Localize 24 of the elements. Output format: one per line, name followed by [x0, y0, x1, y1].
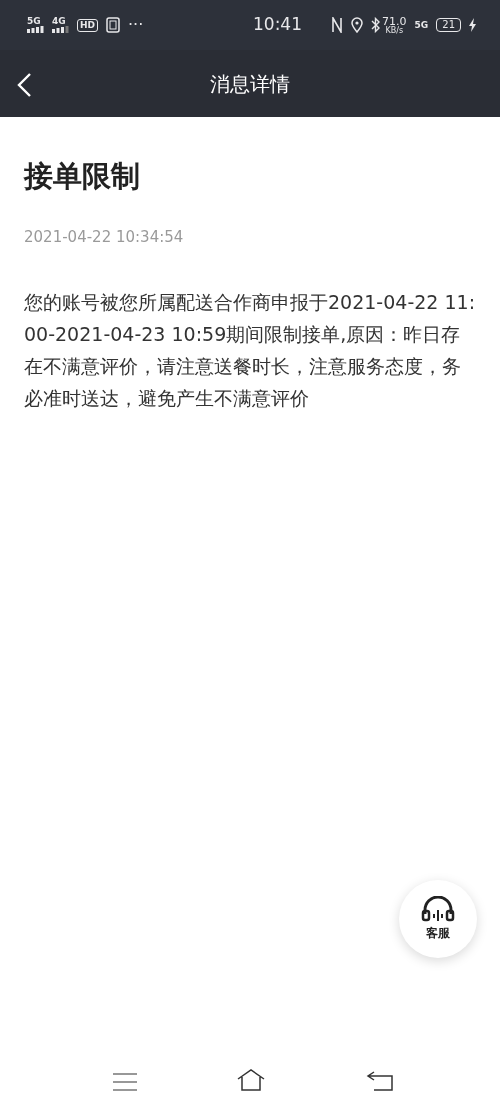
status-time: 10:41: [253, 13, 302, 37]
sim-icon: [106, 17, 120, 33]
hd-label: HD: [77, 18, 98, 32]
customer-service-button[interactable]: 客服: [399, 880, 477, 958]
speed-unit: KB/s: [385, 26, 404, 35]
battery-level: 21: [436, 18, 461, 32]
headset-icon: [421, 896, 455, 922]
network-label: 5G: [414, 20, 429, 30]
network-label: 4G: [52, 17, 66, 26]
signal-icon: [27, 26, 44, 33]
message-body: 您的账号被您所属配送合作商申报于2021-04-22 11:00-2021-04-23 10:59期间限制接单,原因：昨日存在不满意评价，请注意送餐时长，注意服务态度，务必准时送达，避免产生不满意评价: [24, 290, 476, 412]
speed-value: 71.0: [382, 15, 407, 27]
header-title: 消息详情: [210, 70, 290, 98]
signal-icon: [52, 26, 69, 33]
location-icon: [351, 17, 364, 33]
message-title: 接单限制: [24, 159, 141, 194]
more-indicator: ···: [128, 14, 144, 36]
network-label: 5G: [27, 17, 41, 26]
back-icon[interactable]: [366, 1070, 396, 1092]
bluetooth-icon: [371, 17, 381, 33]
nfc-icon: [331, 17, 344, 33]
menu-icon[interactable]: [113, 1072, 137, 1092]
home-icon[interactable]: [236, 1068, 266, 1092]
message-time: 2021-04-22 10:34:54: [24, 226, 185, 248]
